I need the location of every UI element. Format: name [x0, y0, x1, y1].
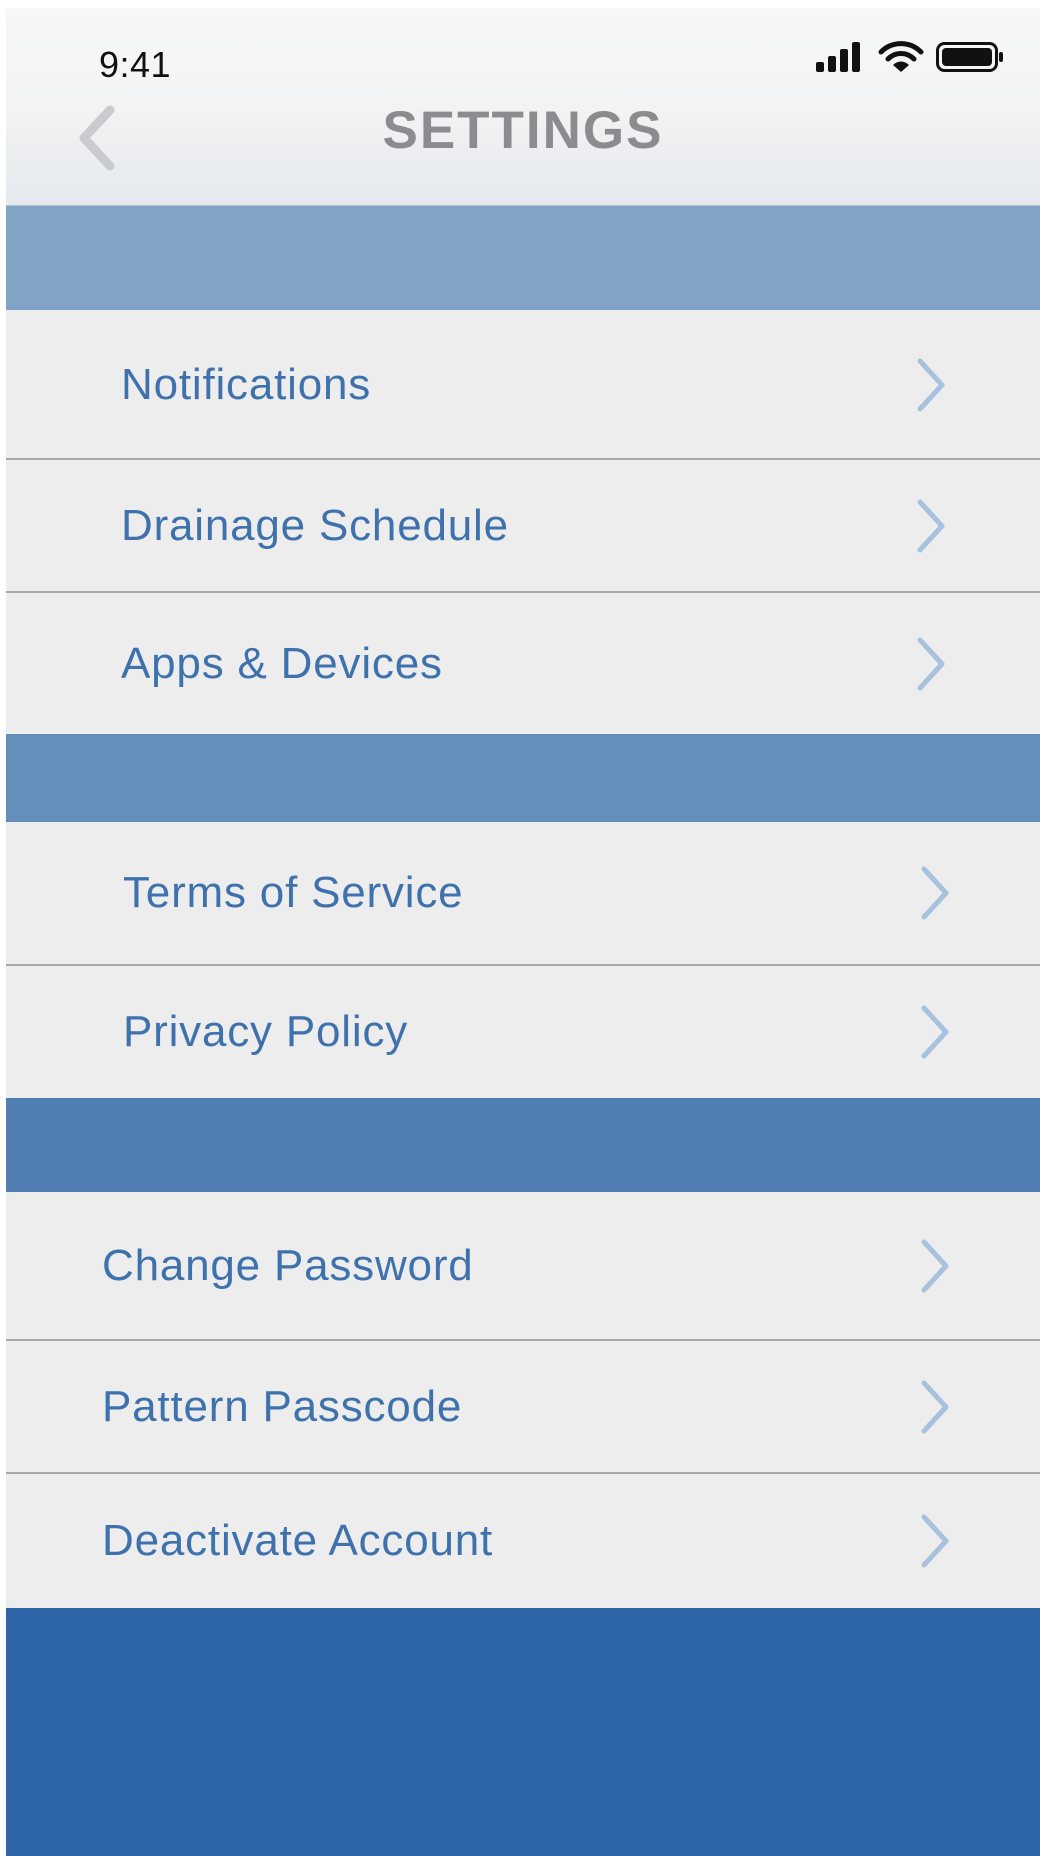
chevron-right-icon [917, 499, 945, 553]
cellular-signal-icon [816, 42, 860, 72]
settings-item-label: Apps & Devices [121, 638, 443, 688]
section-header-bar [6, 1098, 1040, 1192]
settings-item-notifications[interactable]: Notifications [6, 310, 1040, 459]
page-title: SETTINGS [382, 101, 664, 160]
section-header-bar [6, 734, 1040, 822]
footer-background [6, 1608, 1040, 1856]
chevron-right-icon [917, 637, 945, 690]
settings-item-label: Change Password [102, 1241, 474, 1290]
settings-item-label: Privacy Policy [123, 1007, 409, 1056]
settings-item-privacy-policy[interactable]: Privacy Policy [6, 966, 1040, 1098]
status-time: 9:41 [99, 44, 172, 85]
settings-item-label: Terms of Service [123, 868, 464, 917]
chevron-right-icon [921, 1514, 949, 1568]
settings-item-change-password[interactable]: Change Password [6, 1192, 1040, 1340]
settings-item-label: Deactivate Account [102, 1516, 494, 1565]
settings-item-label: Drainage Schedule [121, 501, 509, 550]
chevron-right-icon [921, 866, 949, 920]
settings-item-label: Pattern Passcode [102, 1382, 463, 1431]
settings-item-pattern-passcode[interactable]: Pattern Passcode [6, 1341, 1040, 1473]
section-header-bar [6, 206, 1040, 310]
settings-item-drainage-schedule[interactable]: Drainage Schedule [6, 460, 1040, 592]
settings-screen: 9:41 SETTINGS Notifications Drainage Sch… [6, 8, 1040, 1856]
settings-item-apps-devices[interactable]: Apps & Devices [6, 593, 1040, 734]
chevron-right-icon [917, 358, 945, 411]
wifi-icon [878, 41, 924, 72]
settings-item-terms-of-service[interactable]: Terms of Service [6, 822, 1040, 964]
battery-icon [936, 42, 1003, 72]
navigation-header: 9:41 SETTINGS [6, 8, 1040, 206]
chevron-right-icon [921, 1005, 949, 1059]
settings-item-deactivate-account[interactable]: Deactivate Account [6, 1474, 1040, 1608]
chevron-right-icon [921, 1239, 949, 1293]
chevron-right-icon [921, 1380, 949, 1434]
status-bar: 9:41 [6, 8, 1040, 98]
settings-item-label: Notifications [121, 359, 372, 409]
